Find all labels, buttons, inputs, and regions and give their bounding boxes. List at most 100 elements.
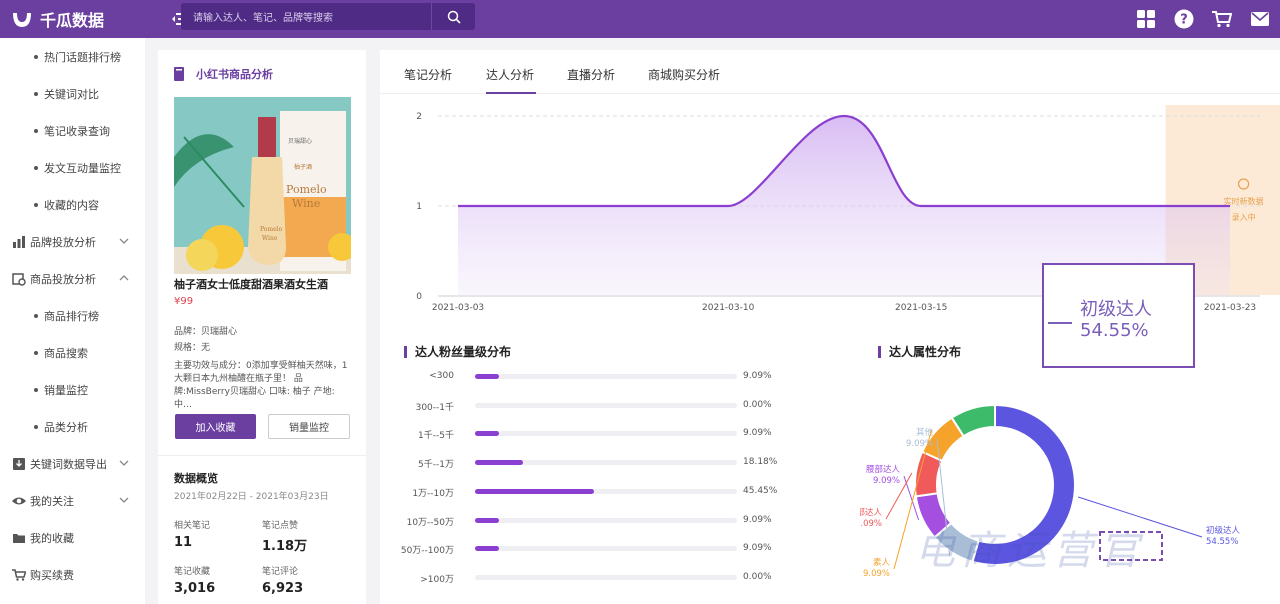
sidebar-item-8[interactable]: 商品搜索 xyxy=(0,334,145,371)
logo-icon xyxy=(13,13,31,27)
fans-bar-label: >100万 xyxy=(420,574,454,585)
product-panel: 小红书商品分析 贝瑞甜心 柚子酒 Pomelo Wine Pomelo Wine… xyxy=(158,50,366,604)
tab-live-analysis[interactable]: 直播分析 xyxy=(567,66,615,83)
fans-bar-row: <300 9.09% xyxy=(400,369,780,383)
fans-bar-label: 1千--5千 xyxy=(418,431,454,442)
fans-bar-row: >100万 0.00% xyxy=(400,570,780,585)
tab-note-analysis[interactable]: 笔记分析 xyxy=(404,66,452,83)
chevron-down-icon xyxy=(119,497,129,503)
search-icon xyxy=(447,10,461,24)
sidebar-item-label: 收藏的内容 xyxy=(44,198,99,212)
svg-text:Pomelo: Pomelo xyxy=(260,226,283,233)
fans-bar xyxy=(475,374,499,379)
sidebar-item-label: 销量监控 xyxy=(44,383,88,397)
cart-icon[interactable] xyxy=(1212,9,1232,29)
sidebar-item-4[interactable]: 收藏的内容 xyxy=(0,186,145,223)
fans-bar-track xyxy=(475,517,737,523)
realtime-label: 实时新数据 xyxy=(1224,196,1264,206)
overview-date-range: 2021年02月22日 - 2021年03月23日 xyxy=(174,492,329,502)
sidebar-item-13[interactable]: 我的收藏 xyxy=(0,519,145,556)
product-price: ¥99 xyxy=(174,296,194,307)
fans-bar-value: 9.09% xyxy=(743,371,772,381)
book-icon xyxy=(174,67,184,81)
fans-bar-track xyxy=(475,460,737,466)
sidebar-item-label: 我的关注 xyxy=(30,494,74,508)
fans-bar-row: 5千--1万 18.18% xyxy=(400,455,780,470)
sidebar-item-14[interactable]: 购买续费 xyxy=(0,556,145,593)
tab-kol-analysis[interactable]: 达人分析 xyxy=(486,66,534,83)
sidebar-item-0[interactable]: 热门话题排行榜 xyxy=(0,38,145,75)
apps-icon[interactable] xyxy=(1136,9,1156,29)
svg-text:Pomelo: Pomelo xyxy=(286,183,327,196)
fans-bar-row: 50万--100万 9.09% xyxy=(400,541,780,557)
stat-note-favorites: 笔记收藏 3,016 xyxy=(174,567,216,596)
chevron-up-icon xyxy=(119,275,129,281)
sidebar-item-2[interactable]: 笔记收录查询 xyxy=(0,112,145,149)
x-tick-label: 2021-03-10 xyxy=(702,303,755,313)
sidebar-item-label: 发文互动量监控 xyxy=(44,161,121,175)
donut-value: 9.09% xyxy=(860,519,882,529)
fans-bar-value: 9.09% xyxy=(743,514,772,525)
fans-bar-row: 300--1千 0.00% xyxy=(400,398,780,413)
fans-bar xyxy=(475,517,499,523)
product-desc: 主要功效与成分：0添加享受鲜柚天然味，1大颗日本九州柚醴在瓶子里！ 品牌:Mis… xyxy=(174,361,348,410)
fans-bar-value: 18.18% xyxy=(743,457,778,468)
main-content: 笔记分析 达人分析 直播分析 商城购买分析 0 1 2 2021-03-03 2021-… xyxy=(380,50,1280,604)
sidebar-item-label: 我的收藏 xyxy=(30,531,74,545)
fans-bar-value: 0.00% xyxy=(743,399,772,410)
svg-text:贝瑞甜心: 贝瑞甜心 xyxy=(288,137,312,145)
sidebar-item-label: 商品搜索 xyxy=(44,346,88,360)
callout-dash xyxy=(1048,322,1072,324)
svg-text:?: ? xyxy=(1180,13,1188,28)
sidebar-item-12[interactable]: 我的关注 xyxy=(0,482,145,519)
donut-value: 54.55% xyxy=(1206,537,1238,547)
chevron-down-icon xyxy=(119,238,129,244)
watermark: 电商运营官 xyxy=(915,528,1145,574)
fans-distribution-title: 达人粉丝量级分布 xyxy=(404,346,511,358)
highlight-callout: 初级达人 54.55% xyxy=(1042,263,1195,368)
svg-text:Wine: Wine xyxy=(292,197,320,210)
stat-note-comments: 笔记评论 6,923 xyxy=(262,567,304,596)
sidebar-item-label: 关键词数据导出 xyxy=(30,457,107,471)
realtime-status: 录入中 xyxy=(1232,212,1256,222)
add-favorite-button[interactable]: 加入收藏 xyxy=(175,414,256,439)
stat-note-likes: 笔记点赞 1.18万 xyxy=(262,521,308,554)
donut-label: 腰部达人 xyxy=(866,464,901,475)
fans-bar xyxy=(475,546,499,552)
eye-icon xyxy=(12,497,26,504)
sidebar-item-label: 品类分析 xyxy=(44,420,88,434)
help-icon[interactable]: ? xyxy=(1174,9,1194,29)
fans-bar-row: 1万--10万 45.45% xyxy=(400,484,780,499)
overview-title: 数据概览 xyxy=(174,472,218,485)
stat-related-notes: 相关笔记 11 xyxy=(174,521,211,550)
sidebar-item-label: 关键词对比 xyxy=(44,87,99,101)
fans-bar xyxy=(475,460,523,466)
search-bar: 请输入达人、笔记、品牌等搜索 xyxy=(181,3,475,30)
attribute-distribution-title: 达人属性分布 xyxy=(878,346,961,358)
y-tick-label: 2 xyxy=(416,112,422,122)
fans-bar-track xyxy=(475,546,737,552)
sidebar-item-3[interactable]: 发文互动量监控 xyxy=(0,149,145,186)
svg-text:Wine: Wine xyxy=(262,235,278,242)
mail-icon[interactable] xyxy=(1250,9,1270,29)
search-input[interactable]: 请输入达人、笔记、品牌等搜索 xyxy=(181,3,431,30)
sidebar-item-11[interactable]: 关键词数据导出 xyxy=(0,445,145,482)
sidebar-item-6[interactable]: 商品投放分析 xyxy=(0,260,145,297)
app-logo[interactable]: 千瓜数据 xyxy=(10,7,104,31)
fans-bar-track xyxy=(475,431,737,437)
sidebar-item-9[interactable]: 销量监控 xyxy=(0,371,145,408)
sidebar-item-label: 商品投放分析 xyxy=(30,272,96,286)
fans-bar xyxy=(475,431,499,437)
chevron-down-icon xyxy=(119,460,129,466)
sidebar-item-10[interactable]: 品类分析 xyxy=(0,408,145,445)
sidebar-item-5[interactable]: 品牌投放分析 xyxy=(0,223,145,260)
sidebar-item-7[interactable]: 商品排行榜 xyxy=(0,297,145,334)
sidebar-item-1[interactable]: 关键词对比 xyxy=(0,75,145,112)
search-button[interactable] xyxy=(431,3,475,30)
app-name: 千瓜数据 xyxy=(40,11,105,30)
fans-bar-label: 50万--100万 xyxy=(400,546,454,557)
export-icon xyxy=(13,457,25,470)
product-name[interactable]: 柚子酒女士低度甜酒果酒女生酒 xyxy=(174,276,328,292)
tab-mall-purchase-analysis[interactable]: 商城购买分析 xyxy=(648,66,720,83)
sales-monitor-button[interactable]: 销量监控 xyxy=(268,414,350,439)
